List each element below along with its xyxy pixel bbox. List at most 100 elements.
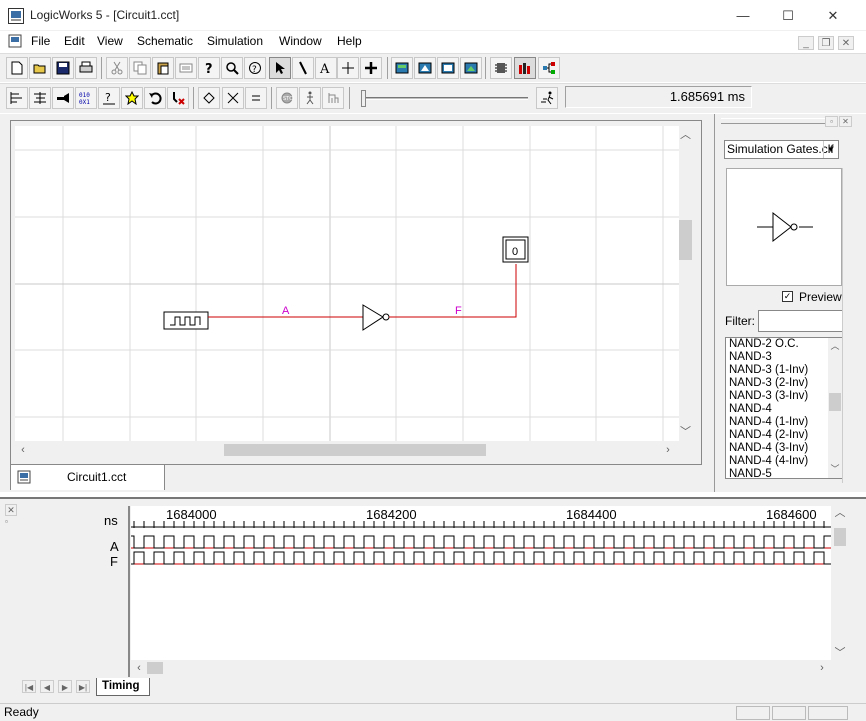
print-icon[interactable] xyxy=(75,57,97,79)
library-select[interactable]: Simulation Gates.clf ▼ xyxy=(724,140,839,159)
menu-window[interactable]: Window xyxy=(279,34,322,48)
text-icon[interactable]: A xyxy=(315,57,337,79)
list-item[interactable]: NAND-3 (2-Inv) xyxy=(726,377,842,390)
timing-scroll-right-arrow[interactable]: › xyxy=(817,661,827,675)
pointer-icon[interactable] xyxy=(269,57,291,79)
mdi-minimize-button[interactable]: _ xyxy=(798,36,814,50)
chevron-down-icon[interactable]: ▼ xyxy=(823,141,838,158)
maximize-button[interactable]: ☐ xyxy=(765,0,811,31)
equals-icon[interactable] xyxy=(245,87,267,109)
logicworks-app-icon[interactable] xyxy=(8,8,24,24)
signal-name-f[interactable]: F xyxy=(110,554,118,569)
list-item[interactable]: NAND-3 (3-Inv) xyxy=(726,390,842,403)
save-icon[interactable] xyxy=(52,57,74,79)
prev-tab-button[interactable]: ◀ xyxy=(40,680,54,693)
waveform-area[interactable] xyxy=(131,528,831,660)
list-scroll-thumb[interactable] xyxy=(829,393,841,411)
canvas-vertical-scrollbar[interactable]: ︿ ﹀ xyxy=(679,126,692,441)
delete-icon[interactable] xyxy=(167,87,189,109)
timing-close-button[interactable]: ✕ xyxy=(5,504,17,516)
panel-close-button[interactable]: ✕ xyxy=(839,116,852,127)
preview-checkbox[interactable]: ✓ xyxy=(782,291,793,302)
timing-view-icon[interactable] xyxy=(437,57,459,79)
scroll-right-arrow[interactable]: › xyxy=(663,443,673,457)
list-scroll-up-arrow[interactable]: ︿ xyxy=(828,339,842,353)
bar-icon[interactable] xyxy=(514,57,536,79)
panel-restore-button[interactable]: ▫ xyxy=(825,116,838,127)
pen-icon[interactable] xyxy=(292,57,314,79)
new-icon[interactable] xyxy=(6,57,28,79)
timing-hscroll-thumb[interactable] xyxy=(147,662,163,674)
open-icon[interactable] xyxy=(29,57,51,79)
document-menu-icon[interactable] xyxy=(8,34,22,48)
clock-icon[interactable]: ? xyxy=(98,87,120,109)
star-icon[interactable] xyxy=(121,87,143,109)
mdi-close-button[interactable]: ✕ xyxy=(838,36,854,50)
undo-icon[interactable] xyxy=(144,87,166,109)
help-icon[interactable]: ? xyxy=(198,57,220,79)
chip-icon[interactable] xyxy=(490,57,512,79)
plus-icon[interactable] xyxy=(360,57,382,79)
list-item[interactable]: NAND-3 xyxy=(726,351,842,364)
copy-icon[interactable] xyxy=(129,57,151,79)
wire-f[interactable] xyxy=(389,264,517,318)
scroll-down-arrow[interactable]: ﹀ xyxy=(679,425,692,439)
mdi-restore-button[interactable]: ❐ xyxy=(818,36,834,50)
simulation-view-icon[interactable] xyxy=(414,57,436,79)
diamond-icon[interactable] xyxy=(198,87,220,109)
list-item[interactable]: NAND-4 (1-Inv) xyxy=(726,416,842,429)
part-palette-icon[interactable] xyxy=(391,57,413,79)
menu-edit[interactable]: Edit xyxy=(64,34,85,48)
timing-horizontal-scrollbar[interactable]: ‹ › xyxy=(131,660,831,676)
walk-icon[interactable] xyxy=(299,87,321,109)
timing-vscroll-thumb[interactable] xyxy=(834,528,846,546)
menu-help[interactable]: Help xyxy=(337,34,362,48)
paste-special-icon[interactable] xyxy=(175,57,197,79)
diagram-icon[interactable] xyxy=(460,57,482,79)
parts-list[interactable]: NAND-2 O.C. NAND-3 NAND-3 (1-Inv) NAND-3… xyxy=(725,337,843,479)
list-item[interactable]: NAND-4 (3-Inv) xyxy=(726,442,842,455)
list-item[interactable]: NAND-2 O.C. xyxy=(726,338,842,351)
last-tab-button[interactable]: ▶| xyxy=(76,680,90,693)
clock-source[interactable] xyxy=(163,311,209,330)
parts-list-scrollbar[interactable]: ︿ ﹀ xyxy=(828,338,842,478)
schematic-canvas[interactable]: A F 0 xyxy=(15,126,679,441)
inverter-gate[interactable] xyxy=(362,304,390,331)
filter-input[interactable] xyxy=(758,310,844,332)
list-item[interactable]: NAND-4 (2-Inv) xyxy=(726,429,842,442)
minimize-button[interactable]: — xyxy=(720,0,766,31)
next-tab-button[interactable]: ▶ xyxy=(58,680,72,693)
run-icon[interactable] xyxy=(536,87,558,109)
binary-display-icon[interactable]: 010 0X1 xyxy=(75,87,97,109)
menu-simulation[interactable]: Simulation xyxy=(207,34,263,48)
paste-icon[interactable] xyxy=(152,57,174,79)
cut-icon[interactable] xyxy=(106,57,128,79)
canvas-horizontal-scrollbar[interactable]: ‹ › xyxy=(15,441,679,458)
probe-icon[interactable] xyxy=(52,87,74,109)
signal-name-a[interactable]: A xyxy=(110,539,119,554)
align-left-icon[interactable] xyxy=(6,87,28,109)
menu-schematic[interactable]: Schematic xyxy=(137,34,193,48)
list-item[interactable]: NAND-4 xyxy=(726,403,842,416)
list-scroll-down-arrow[interactable]: ﹀ xyxy=(828,462,842,476)
binary-probe[interactable]: 0 xyxy=(502,236,529,263)
list-item[interactable]: NAND-5 xyxy=(726,468,842,478)
crosshair-icon[interactable] xyxy=(337,57,359,79)
speed-slider-track[interactable] xyxy=(363,97,528,100)
canvas-hscroll-thumb[interactable] xyxy=(224,444,486,456)
align-icon[interactable] xyxy=(29,87,51,109)
context-help-icon[interactable]: ? xyxy=(244,57,266,79)
x-icon[interactable] xyxy=(222,87,244,109)
step-icon[interactable] xyxy=(322,87,344,109)
network-icon[interactable] xyxy=(538,57,560,79)
list-item[interactable]: NAND-4 (4-Inv) xyxy=(726,455,842,468)
canvas-vscroll-thumb[interactable] xyxy=(679,220,692,260)
zoom-icon[interactable] xyxy=(221,57,243,79)
scroll-left-arrow[interactable]: ‹ xyxy=(18,443,28,457)
stop-icon[interactable]: STOP xyxy=(276,87,298,109)
timing-scroll-down-arrow[interactable]: ﹀ xyxy=(833,646,847,660)
speed-slider-thumb[interactable] xyxy=(361,90,366,107)
menu-file[interactable]: File xyxy=(31,34,50,48)
scroll-up-arrow[interactable]: ︿ xyxy=(679,128,692,142)
timing-tab[interactable]: Timing xyxy=(96,678,150,696)
